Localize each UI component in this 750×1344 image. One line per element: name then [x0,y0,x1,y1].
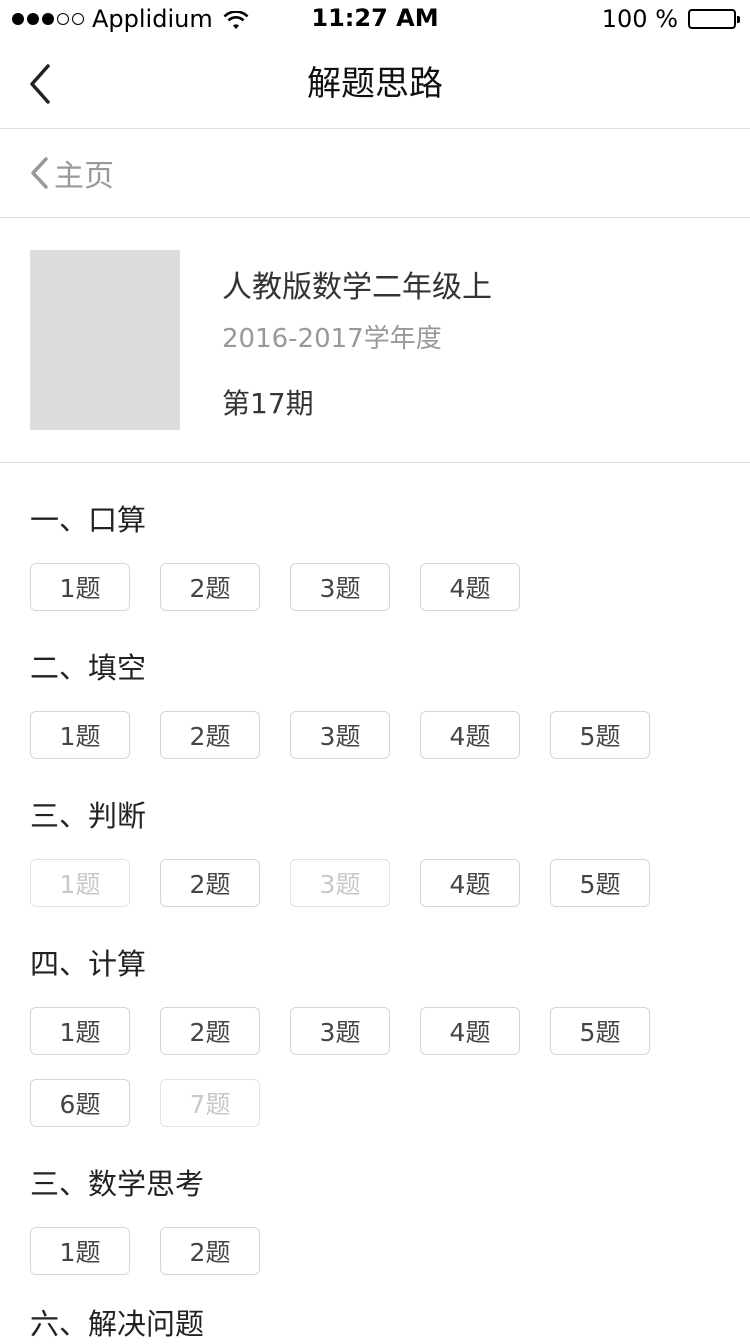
breadcrumb: 主页 [0,129,750,218]
book-year: 2016-2017学年度 [222,324,442,354]
question-section: 一、口算 1题 2题 3题 4题 [30,500,730,611]
status-right: 100 % [601,4,740,34]
question-button: 3题 [290,859,390,907]
navigation-bar: 解题思路 [0,40,750,129]
question-button[interactable]: 1题 [30,563,130,611]
question-button: 1题 [30,859,130,907]
question-button-row: 6题 7题 [30,1079,260,1127]
question-button[interactable]: 2题 [160,563,260,611]
question-button[interactable]: 1题 [30,1007,130,1055]
section-title: 三、数学思考 [30,1167,205,1201]
question-button[interactable]: 3题 [290,1007,390,1055]
question-button[interactable]: 2题 [160,1007,260,1055]
book-title: 人教版数学二年级上 [222,270,492,305]
question-section: 三、判断 1题 2题 3题 4题 5题 [30,796,730,907]
breadcrumb-home-label: 主页 [54,159,114,194]
page-title: 解题思路 [307,64,443,104]
question-button[interactable]: 2题 [160,711,260,759]
question-button: 7题 [160,1079,260,1127]
section-title: 四、计算 [30,947,147,981]
question-button[interactable]: 2题 [160,859,260,907]
question-button[interactable]: 3题 [290,711,390,759]
question-button-row: 1题 2题 3题 4题 5题 [30,711,650,759]
status-bar: Applidium 11:27 AM 100 % [0,0,750,40]
question-section: 二、填空 1题 2题 3题 4题 5题 [30,648,730,759]
question-button[interactable]: 4题 [420,563,520,611]
question-button[interactable]: 6题 [30,1079,130,1127]
question-section: 六、解决问题 [30,1304,730,1344]
book-issue: 第17期 [222,387,314,420]
book-cover-image [30,250,180,430]
breadcrumb-home-link[interactable]: 主页 [28,151,114,195]
question-button[interactable]: 4题 [420,1007,520,1055]
book-info: 人教版数学二年级上 2016-2017学年度 第17期 [0,218,750,463]
battery-percent: 100 % [601,5,678,33]
question-button[interactable]: 2题 [160,1227,260,1275]
section-title: 一、口算 [30,503,147,537]
question-button[interactable]: 4题 [420,859,520,907]
question-button-row: 1题 2题 3题 4题 5题 [30,859,650,907]
question-button-row: 1题 2题 [30,1227,260,1275]
chevron-left-icon [31,157,48,189]
question-button[interactable]: 3题 [290,563,390,611]
question-button[interactable]: 5题 [550,859,650,907]
section-title: 二、填空 [30,651,147,685]
question-button[interactable]: 5题 [550,1007,650,1055]
question-section: 四、计算 1题 2题 3题 4题 5题 6题 7题 [30,944,730,1127]
section-title: 三、判断 [30,799,147,833]
question-button-row: 1题 2题 3题 4题 5题 [30,1007,650,1055]
battery-icon [688,9,740,29]
section-title: 六、解决问题 [30,1307,205,1341]
question-button[interactable]: 1题 [30,711,130,759]
question-button-row: 1题 2题 3题 4题 [30,563,520,611]
question-button[interactable]: 1题 [30,1227,130,1275]
question-section: 三、数学思考 1题 2题 [30,1164,730,1275]
question-button[interactable]: 4题 [420,711,520,759]
question-button[interactable]: 5题 [550,711,650,759]
